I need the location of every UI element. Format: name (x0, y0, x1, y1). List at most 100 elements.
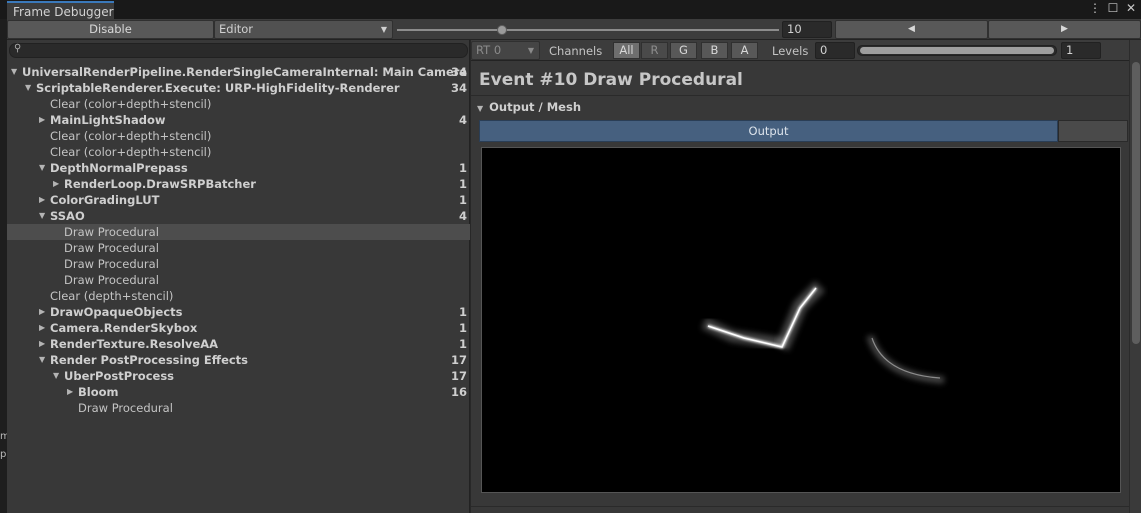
tree-row[interactable]: Draw Procedural (7, 272, 470, 288)
triangle-down-icon[interactable]: ▼ (25, 80, 35, 96)
tree-row-label: Camera.RenderSkybox (50, 321, 198, 335)
triangle-right-icon[interactable]: ▶ (39, 336, 49, 352)
tree-row[interactable]: ▶ DrawOpaqueObjects 1 (7, 304, 470, 320)
left-edge-strip: m p (0, 19, 10, 513)
ssao-preview-image (701, 281, 945, 384)
channel-label: All (619, 43, 634, 57)
tree-row-label: Bloom (78, 385, 119, 399)
tree-row[interactable]: ▼ SSAO 4 (7, 208, 470, 224)
triangle-right-icon[interactable]: ▶ (67, 384, 77, 400)
tree-row[interactable]: Clear (color+depth+stencil) (7, 144, 470, 160)
levels-range-slider[interactable] (857, 45, 1057, 56)
frame-debugger-tab[interactable]: Frame Debugger (7, 1, 114, 19)
tree-row[interactable]: ▶ RenderLoop.DrawSRPBatcher 1 (7, 176, 470, 192)
tree-row[interactable]: Draw Procedural (7, 240, 470, 256)
close-icon[interactable]: ✕ (1125, 1, 1137, 15)
details-scrollbar[interactable] (1129, 40, 1141, 513)
search-input[interactable]: ⚲ (9, 43, 468, 58)
tree-row[interactable]: Clear (color+depth+stencil) (7, 96, 470, 112)
tab-title: Frame Debugger (13, 5, 114, 19)
tree-row[interactable]: ▶ MainLightShadow 4 (7, 112, 470, 128)
tree-row-label: Draw Procedural (64, 241, 159, 255)
triangle-down-icon: ▼ (477, 104, 484, 113)
tree-row[interactable]: Draw Procedural (7, 256, 470, 272)
channel-r-button[interactable]: R (641, 42, 668, 59)
tree-row-label: UberPostProcess (64, 369, 175, 383)
details-foldout[interactable] (471, 506, 1129, 513)
tree-row[interactable]: ▶ Bloom 16 (7, 384, 470, 400)
levels-min-value: 0 (820, 43, 828, 57)
triangle-right-icon[interactable]: ▶ (53, 176, 63, 192)
triangle-right-icon: ▶ (1061, 24, 1068, 34)
triangle-down-icon[interactable]: ▼ (11, 64, 21, 80)
tree-row[interactable]: ▼ UberPostProcess 17 (7, 368, 470, 384)
event-number-field[interactable]: 10 (782, 21, 832, 38)
mesh-tab[interactable] (1058, 120, 1128, 142)
tree-row-count: 4 (458, 209, 467, 223)
kebab-menu-icon[interactable]: ⋮ (1089, 1, 1101, 15)
triangle-down-icon[interactable]: ▼ (39, 208, 49, 224)
tree-row[interactable]: ▼ DepthNormalPrepass 1 (7, 160, 470, 176)
frame-debugger-toolbar: Disable Editor ▼ 10 ◀ ▶ (7, 19, 1141, 40)
triangle-down-icon[interactable]: ▼ (53, 368, 63, 384)
levels-range-fill (860, 47, 1054, 54)
output-mesh-title: Output / Mesh (489, 100, 582, 114)
render-target-dropdown[interactable]: RT 0 ▼ (471, 41, 540, 60)
render-output-preview (481, 147, 1121, 493)
disable-button[interactable]: Disable (7, 20, 214, 39)
levels-min-field[interactable]: 0 (815, 42, 855, 59)
event-slider-track (397, 29, 779, 31)
scrollbar-thumb[interactable] (1132, 62, 1140, 344)
event-tree: ▼ UniversalRenderPipeline.RenderSingleCam… (7, 64, 470, 416)
tree-row[interactable]: Draw Procedural (7, 400, 470, 416)
tree-row-label: Clear (color+depth+stencil) (50, 145, 212, 159)
edge-fragment: p (0, 449, 7, 460)
tree-row[interactable]: ▶ Camera.RenderSkybox 1 (7, 320, 470, 336)
triangle-down-icon[interactable]: ▼ (39, 160, 49, 176)
next-event-button[interactable]: ▶ (988, 20, 1141, 39)
tree-row[interactable]: Clear (color+depth+stencil) (7, 128, 470, 144)
channel-label: A (740, 43, 749, 57)
levels-max-field[interactable]: 1 (1061, 42, 1101, 59)
target-dropdown[interactable]: Editor ▼ (214, 20, 393, 39)
output-mesh-foldout[interactable]: ▼ Output / Mesh (477, 100, 581, 114)
tree-row-label: Draw Procedural (64, 225, 159, 239)
triangle-right-icon[interactable]: ▶ (39, 320, 49, 336)
tree-row-count: 17 (450, 353, 467, 367)
tree-row-count: 1 (458, 305, 467, 319)
channel-b-button[interactable]: B (701, 42, 728, 59)
tree-row-count: 16 (450, 385, 467, 399)
tree-row[interactable]: Draw Procedural (7, 224, 470, 240)
section-divider (471, 95, 1129, 96)
previous-event-button[interactable]: ◀ (835, 20, 988, 39)
triangle-right-icon[interactable]: ▶ (39, 192, 49, 208)
checkmark-shape (701, 281, 825, 351)
tree-row[interactable]: ▶ ColorGradingLUT 1 (7, 192, 470, 208)
render-target-value: RT 0 (476, 43, 502, 57)
output-tab[interactable]: Output (479, 120, 1058, 142)
chevron-down-icon: ▼ (380, 25, 387, 34)
tree-row-label: Clear (color+depth+stencil) (50, 129, 212, 143)
channel-all-button[interactable]: All (613, 42, 640, 59)
event-slider-thumb[interactable] (497, 25, 507, 35)
tree-row[interactable]: ▼ ScriptableRenderer.Execute: URP-HighFid… (7, 80, 470, 96)
tree-row-count: 1 (458, 337, 467, 351)
maximize-icon[interactable]: ☐ (1107, 1, 1119, 15)
triangle-right-icon[interactable]: ▶ (39, 112, 49, 128)
tree-row[interactable]: ▼ UniversalRenderPipeline.RenderSingleCam… (7, 64, 470, 80)
tree-row-label: Clear (color+depth+stencil) (50, 97, 212, 111)
tree-row-label: Draw Procedural (64, 257, 159, 271)
tree-row-label: ColorGradingLUT (50, 193, 160, 207)
channel-g-button[interactable]: G (670, 42, 697, 59)
event-slider[interactable] (395, 19, 782, 40)
triangle-right-icon[interactable]: ▶ (39, 304, 49, 320)
channel-a-button[interactable]: A (731, 42, 758, 59)
tree-row-label: RenderLoop.DrawSRPBatcher (64, 177, 256, 191)
tree-row-label: MainLightShadow (50, 113, 166, 127)
triangle-down-icon[interactable]: ▼ (39, 352, 49, 368)
tree-row[interactable]: ▶ RenderTexture.ResolveAA 1 (7, 336, 470, 352)
search-icon: ⚲ (14, 43, 22, 54)
tree-row[interactable]: ▼ Render PostProcessing Effects 17 (7, 352, 470, 368)
chevron-down-icon: ▼ (527, 46, 534, 55)
tree-row[interactable]: Clear (depth+stencil) (7, 288, 470, 304)
